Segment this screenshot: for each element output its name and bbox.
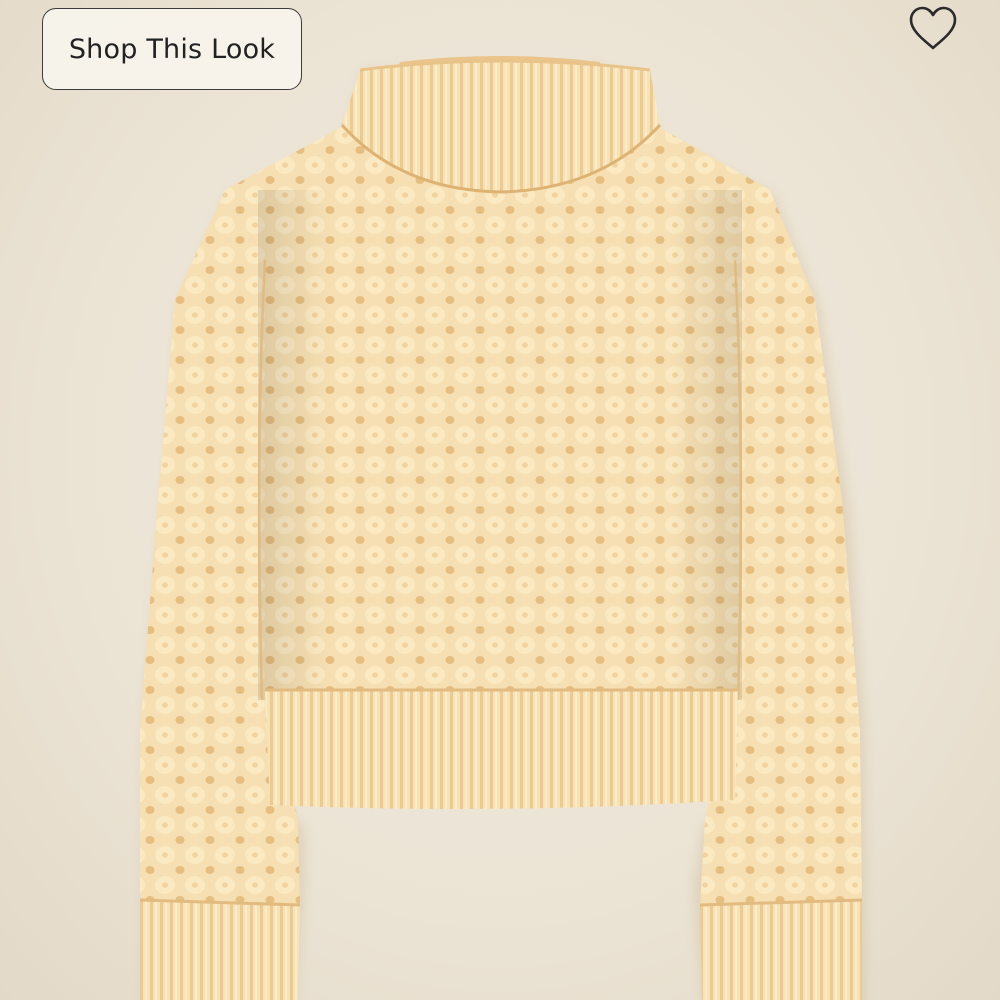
shop-this-look-button[interactable]: Shop This Look	[42, 8, 302, 90]
product-image-viewer: Shop This Look	[0, 0, 1000, 1000]
sweater-image[interactable]	[0, 0, 1000, 1000]
heart-icon[interactable]	[906, 4, 960, 54]
